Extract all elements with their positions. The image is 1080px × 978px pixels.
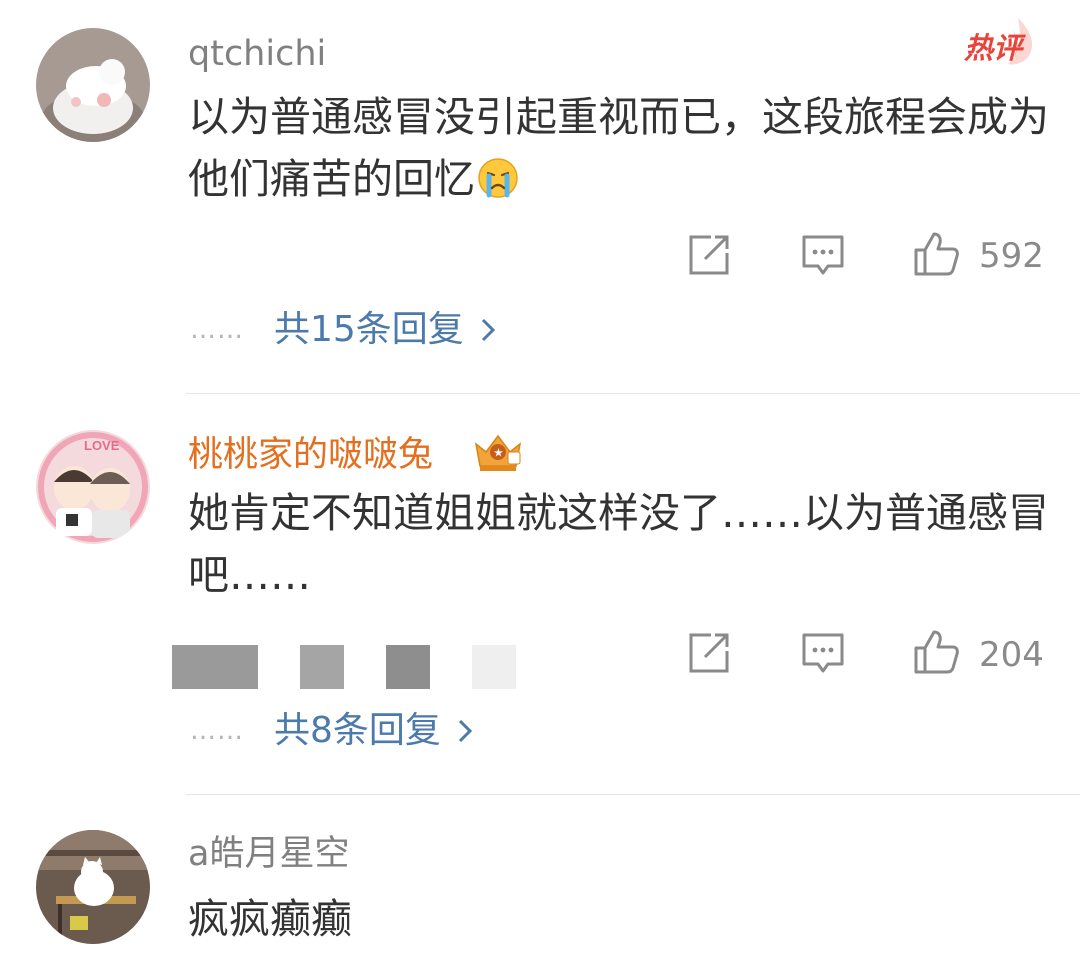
reply-dots: …… [190,315,244,345]
like-count: 592 [979,236,1044,276]
reply-dots: …… [190,716,244,746]
avatar[interactable] [36,28,150,142]
chevron-right-icon [481,318,495,342]
svg-text:★: ★ [494,448,503,459]
redacted-block [386,645,430,689]
crying-emoji-icon [477,154,519,198]
white-cat-avatar-image [36,830,150,944]
comment-text-content: 以为普通感冒没引起重视而已，这段旅程会成为他们痛苦的回忆 [188,93,1049,203]
comment-divider [186,794,1080,795]
comment-text: 她肯定不知道姐姐就这样没了……以为普通感冒吧…… [188,489,1049,599]
like-icon[interactable] [912,628,960,676]
hot-badge-label: 热评 [964,31,1023,65]
username[interactable]: 桃桃家的啵啵兔 [188,435,433,475]
username[interactable]: a皓月星空 [188,834,349,874]
comment-text: 疯疯癫癫 [188,895,352,943]
vip-crown-icon: ★ [474,434,522,471]
comment-item: a皓月星空 疯疯癫癫 [0,796,1080,978]
like-icon[interactable] [912,230,960,278]
like-count: 204 [979,635,1044,675]
hot-comment-badge: 热评 [958,14,1038,68]
comment-icon[interactable] [801,233,845,277]
share-icon[interactable] [687,631,731,675]
redacted-block [300,645,344,689]
avatar[interactable]: LOVE [36,430,150,544]
redacted-block [472,645,516,689]
avatar-love-text: LOVE [84,438,120,453]
cat-avatar-image [36,28,150,142]
avatar[interactable] [36,830,150,944]
chevron-right-icon [458,719,473,743]
comment-divider [186,393,1080,394]
comment-item: LOVE 桃桃家的啵啵兔 ★ 她肯定不知道姐姐就这样没了……以为普通感冒吧…… [0,395,1080,795]
redacted-block [172,645,258,689]
view-replies-link[interactable]: …… 共15条回复 [190,308,496,352]
share-icon[interactable] [687,233,731,277]
reply-count-label[interactable]: 共15条回复 [274,308,464,352]
username[interactable]: qtchichi [188,34,326,74]
comment-icon[interactable] [801,631,845,675]
view-replies-link[interactable]: …… 共8条回复 [190,709,473,753]
comment-text: 以为普通感冒没引起重视而已，这段旅程会成为他们痛苦的回忆 [188,86,1058,210]
reply-count-label[interactable]: 共8条回复 [274,709,441,753]
plush-dolls-avatar-image: LOVE [36,430,150,544]
comment-item: qtchichi 热评 以为普通感冒没引起重视而已，这段旅程会成为他们痛苦的回忆 [0,0,1080,395]
